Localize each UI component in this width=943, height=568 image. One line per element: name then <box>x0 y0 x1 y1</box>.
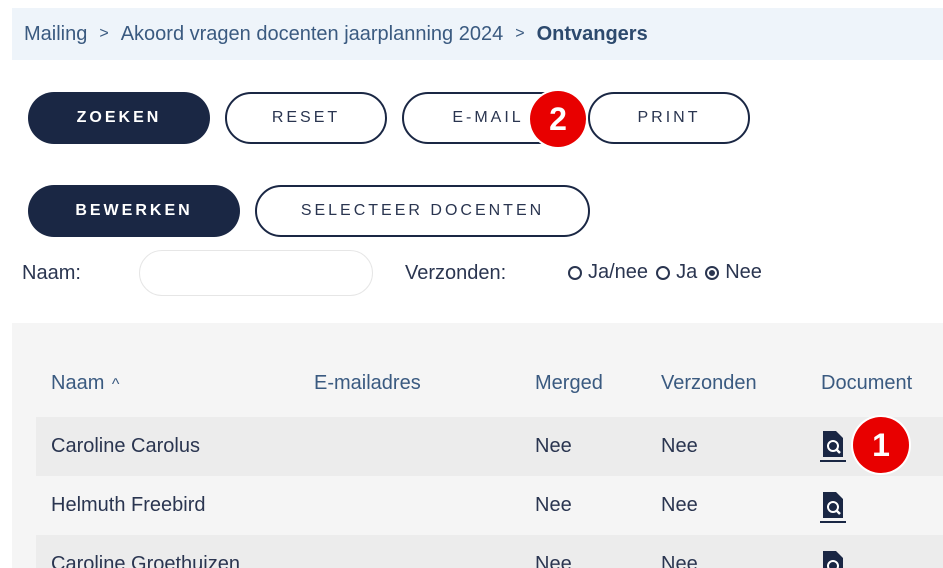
print-button[interactable]: PRINT <box>588 92 750 144</box>
annotation-marker-2: 2 <box>530 91 586 147</box>
verzonden-label: Verzonden: <box>405 262 507 284</box>
breadcrumb-separator: > <box>515 25 525 42</box>
radio-label: Nee <box>725 261 762 283</box>
zoeken-button[interactable]: ZOEKEN <box>28 92 210 144</box>
radio-circle-icon <box>656 265 671 280</box>
document-search-icon[interactable] <box>820 549 846 568</box>
table-row: Caroline Carolus Nee Nee <box>36 417 943 476</box>
header-label: Naam <box>51 372 105 394</box>
cell-verzonden: Nee <box>661 553 698 568</box>
radio-nee[interactable]: Nee <box>705 261 762 284</box>
breadcrumb-separator: > <box>99 25 109 42</box>
cell-naam: Caroline Groethuizen <box>51 553 240 568</box>
verzonden-radio-group: Ja/nee Ja Nee <box>568 261 770 284</box>
annotation-marker-1: 1 <box>853 417 909 473</box>
selecteer-docenten-button[interactable]: SELECTEER DOCENTEN <box>255 185 590 237</box>
cell-merged: Nee <box>535 494 572 516</box>
document-search-icon[interactable] <box>820 429 846 463</box>
radio-ja-nee[interactable]: Ja/nee <box>568 261 648 284</box>
cell-merged: Nee <box>535 435 572 457</box>
column-header-email[interactable]: E-mailadres <box>314 372 421 395</box>
column-header-naam[interactable]: Naam ^ <box>51 372 119 395</box>
cell-verzonden: Nee <box>661 435 698 457</box>
reset-button[interactable]: RESET <box>225 92 387 144</box>
table-row: Helmuth Freebird Nee Nee <box>36 476 943 535</box>
radio-ja[interactable]: Ja <box>656 261 697 284</box>
breadcrumb-item-mailing[interactable]: Mailing <box>24 23 87 46</box>
column-header-document: Document <box>821 372 913 394</box>
sort-ascending-icon: ^ <box>111 376 120 393</box>
table-row: Caroline Groethuizen Nee Nee <box>36 535 943 568</box>
cell-naam: Helmuth Freebird <box>51 494 206 516</box>
breadcrumb-current: Ontvangers <box>536 22 648 45</box>
breadcrumb-item-mailing-title[interactable]: Akoord vragen docenten jaarplanning 2024 <box>121 23 504 46</box>
column-header-verzonden[interactable]: Verzonden <box>661 372 757 395</box>
column-header-merged[interactable]: Merged <box>535 372 603 395</box>
naam-label: Naam: <box>22 262 81 284</box>
cell-verzonden: Nee <box>661 494 698 516</box>
radio-circle-icon <box>568 265 582 280</box>
document-search-icon[interactable] <box>820 490 846 524</box>
naam-input[interactable] <box>139 250 373 296</box>
radio-selected-icon <box>705 265 720 280</box>
cell-naam: Caroline Carolus <box>51 435 200 457</box>
radio-label: Ja/nee <box>588 261 649 283</box>
breadcrumb: Mailing > Akoord vragen docenten jaarpla… <box>12 8 943 60</box>
bewerken-button[interactable]: BEWERKEN <box>28 185 240 237</box>
cell-merged: Nee <box>535 553 572 568</box>
radio-label: Ja <box>676 261 698 283</box>
